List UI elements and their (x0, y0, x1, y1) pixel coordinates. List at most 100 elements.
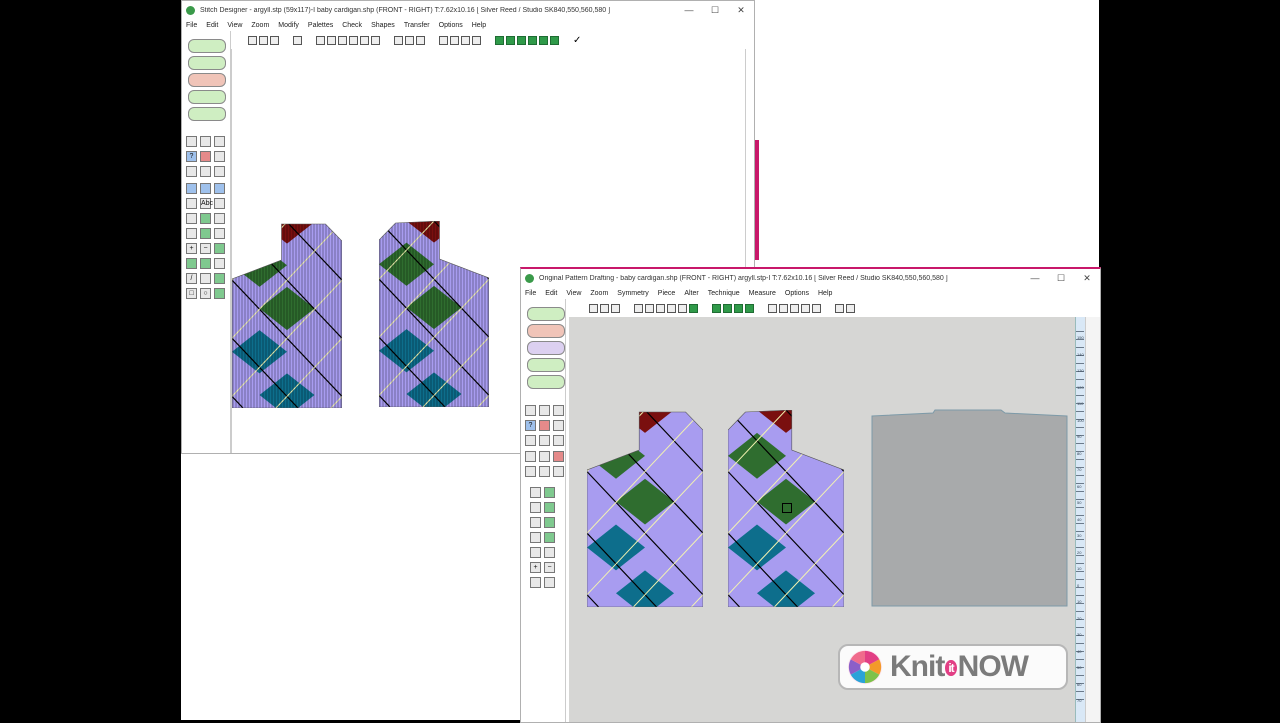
pencil-icon[interactable] (525, 466, 536, 477)
help-icon[interactable]: ? (186, 151, 197, 162)
pattern-icon[interactable] (405, 35, 414, 45)
stitch-designer-button[interactable] (188, 107, 226, 121)
column-icon[interactable] (327, 35, 336, 45)
menu-help[interactable]: Help (818, 290, 832, 297)
rotate-right-icon[interactable] (544, 547, 555, 558)
chart-icon[interactable] (338, 35, 347, 45)
zoom-in-icon[interactable] (248, 35, 257, 45)
zoom-area-icon[interactable] (801, 303, 810, 313)
stitch-pattern-button[interactable] (527, 324, 565, 338)
swap-icon[interactable] (214, 243, 225, 254)
drafted-piece-left[interactable] (587, 410, 703, 607)
symbol-icon[interactable] (200, 228, 211, 239)
cross-icon[interactable] (214, 228, 225, 239)
motif-button[interactable] (188, 73, 226, 87)
weave-icon[interactable] (539, 35, 548, 45)
garment-icon[interactable] (745, 303, 754, 313)
line-icon[interactable] (678, 303, 687, 313)
select-icon[interactable] (439, 35, 448, 45)
brush-icon[interactable] (186, 198, 197, 209)
menu-modify[interactable]: Modify (278, 22, 299, 29)
save-icon[interactable] (539, 405, 550, 416)
spray-icon[interactable] (200, 258, 211, 269)
neckline-icon[interactable] (544, 487, 555, 498)
crop-icon[interactable] (472, 35, 481, 45)
checker-icon[interactable] (186, 213, 197, 224)
zoom-out-icon[interactable] (779, 303, 788, 313)
next-icon[interactable] (544, 577, 555, 588)
zoom-fit-icon[interactable] (790, 303, 799, 313)
tuck-icon[interactable] (517, 35, 526, 45)
save-icon[interactable] (200, 136, 211, 147)
shift-icon[interactable] (723, 303, 732, 313)
zoom-out-icon[interactable] (259, 35, 268, 45)
pages-icon[interactable] (846, 303, 855, 313)
curve-icon[interactable] (200, 273, 211, 284)
grid-select-icon[interactable] (461, 35, 470, 45)
fill-icon[interactable] (214, 198, 225, 209)
move-point-icon[interactable] (544, 517, 555, 528)
text-icon[interactable] (553, 466, 564, 477)
shape-icon[interactable] (611, 303, 620, 313)
color-pick-icon[interactable] (214, 273, 225, 284)
eraser-icon[interactable] (214, 258, 225, 269)
mirror-icon[interactable] (416, 35, 425, 45)
check-icon[interactable]: ✓ (573, 35, 582, 45)
pencil-icon[interactable] (360, 35, 369, 45)
maximize-button[interactable]: ☐ (702, 5, 728, 16)
cut-icon[interactable] (186, 166, 197, 177)
menu-file[interactable]: File (186, 22, 197, 29)
copy-piece-icon[interactable] (734, 303, 743, 313)
dot-icon[interactable] (214, 213, 225, 224)
stitch-pattern-button[interactable] (188, 56, 226, 70)
transfer-icon[interactable] (371, 35, 380, 45)
redo-icon[interactable] (553, 420, 564, 431)
knit-piece-right[interactable] (379, 221, 489, 407)
print-icon[interactable] (553, 405, 564, 416)
menu-alter[interactable]: Alter (684, 290, 698, 297)
vertical-scrollbar[interactable] (1085, 317, 1100, 722)
insert-icon[interactable] (530, 502, 541, 513)
motif-button[interactable] (527, 341, 565, 355)
layout-icon[interactable] (645, 303, 654, 313)
row-icon[interactable] (186, 183, 197, 194)
marker-tool-icon[interactable] (539, 466, 550, 477)
lace-icon[interactable] (506, 35, 515, 45)
zoom-fit-icon[interactable] (270, 35, 279, 45)
knit-link-button[interactable] (527, 358, 565, 372)
menu-edit[interactable]: Edit (206, 22, 218, 29)
pattern-icon[interactable] (656, 303, 665, 313)
copy-icon[interactable] (200, 166, 211, 177)
ruler-icon[interactable] (525, 451, 536, 462)
paste-icon[interactable] (553, 435, 564, 446)
text-tool-icon[interactable]: Abc (200, 198, 213, 209)
select-piece-icon[interactable] (589, 303, 598, 313)
divide-icon[interactable] (530, 532, 541, 543)
garment-shape-button[interactable] (527, 307, 565, 321)
slip-icon[interactable] (528, 35, 537, 45)
menu-symmetry[interactable]: Symmetry (617, 290, 649, 297)
move-icon[interactable] (186, 228, 197, 239)
plus-icon[interactable]: + (186, 243, 197, 254)
line-tool-icon[interactable]: / (186, 273, 197, 284)
undo-icon[interactable] (200, 151, 211, 162)
cut-icon[interactable] (525, 435, 536, 446)
fairisle-icon[interactable] (550, 35, 559, 45)
minus-icon[interactable]: − (544, 562, 555, 573)
menu-piece[interactable]: Piece (658, 290, 676, 297)
minimize-button[interactable]: — (676, 5, 702, 15)
menu-file[interactable]: File (525, 290, 536, 297)
prev-icon[interactable] (530, 577, 541, 588)
maximize-button[interactable]: ☐ (1048, 273, 1074, 284)
overlay-icon[interactable] (667, 303, 676, 313)
knit-piece-left[interactable] (232, 222, 342, 408)
square-icon[interactable]: □ (186, 288, 197, 299)
menu-zoom[interactable]: Zoom (251, 22, 269, 29)
line-icon[interactable] (316, 35, 325, 45)
flag-icon[interactable] (553, 451, 564, 462)
rotate-left-icon[interactable] (530, 547, 541, 558)
point-icon[interactable] (530, 517, 541, 528)
print-icon[interactable] (214, 136, 225, 147)
help-icon[interactable]: ? (525, 420, 536, 431)
marker-icon[interactable] (689, 303, 698, 313)
